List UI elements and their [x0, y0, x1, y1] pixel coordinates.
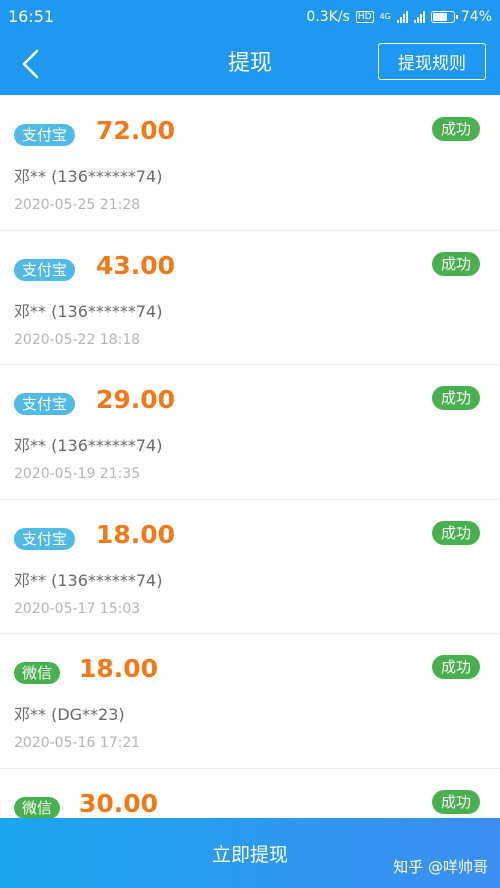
withdraw-amount: 43.00 — [96, 250, 176, 280]
status-bar: 16:51 0.3K/s HD 4G 74% — [0, 0, 500, 33]
status-badge: 成功 — [431, 251, 480, 276]
channel-badge: 微信 — [14, 662, 61, 684]
status-badge: 成功 — [431, 117, 480, 141]
account-info: 邓** (136******74) — [14, 301, 163, 321]
account-info: 邓** (136******74) — [14, 436, 163, 455]
battery-level: 74% — [460, 8, 492, 25]
status-badge: 成功 — [431, 520, 480, 545]
account-info: 邓** (136******74) — [14, 570, 163, 590]
battery-icon — [430, 10, 458, 23]
channel-badge: 支付宝 — [14, 258, 76, 281]
status-badge: 成功 — [431, 386, 480, 410]
withdraw-amount: 29.00 — [96, 385, 176, 414]
withdraw-record[interactable]: 支付宝 72.00 成功邓** (136******74) 2020-05-25 21… — [0, 96, 500, 231]
bottom-bar: 立即提现 知乎 @咩帅哥 — [0, 818, 500, 888]
status-time: 16:51 — [8, 7, 55, 26]
withdraw-amount: 18.00 — [96, 519, 176, 549]
status-badge: 成功 — [431, 789, 480, 814]
signal-icon-2 — [413, 10, 425, 23]
watermark: 知乎 @咩帅哥 — [393, 858, 488, 876]
signal-icon — [396, 10, 408, 23]
status-badge: 成功 — [431, 655, 480, 679]
hd-icon: HD — [355, 10, 374, 23]
channel-badge: 支付宝 — [14, 527, 76, 550]
withdraw-rules-button[interactable]: 提现规则 — [378, 43, 486, 80]
withdraw-amount: 30.00 — [79, 788, 159, 818]
withdraw-record-list: 支付宝 72.00 成功 邓** (136******74) 2020-05-25 21… — [0, 96, 500, 888]
account-info: 邓** (DG**23) — [14, 705, 125, 724]
withdraw-record[interactable]: 支付宝 18.00 成功邓** (136******74) 2020-05-17 15… — [0, 499, 500, 634]
channel-badge: 支付宝 — [14, 393, 76, 415]
withdraw-amount: 18.00 — [79, 654, 159, 683]
withdraw-record[interactable]: 支付宝 29.00 成功邓** (136******74) 2020-05-19 21… — [0, 365, 500, 500]
channel-badge: 支付宝 — [14, 124, 76, 146]
nav-bar: 提现 提现规则 — [0, 33, 500, 95]
network-type: 4G — [379, 11, 391, 21]
status-indicators: 0.3K/s HD 4G 74% — [306, 9, 492, 25]
withdraw-record[interactable]: 支付宝 43.00 成功邓** (136******74) 2020-05-22 18… — [0, 230, 500, 365]
record-time: 2020-05-19 21:35 — [14, 466, 141, 482]
channel-badge: 微信 — [14, 796, 61, 819]
record-time: 2020-05-16 17:21 — [14, 735, 141, 751]
withdraw-record[interactable]: 微信 18.00 成功邓** (DG**23) 2020-05-16 17:21 — [0, 634, 500, 769]
account-info: 邓** (136******74) — [14, 167, 163, 186]
withdraw-now-button[interactable]: 立即提现 — [0, 818, 500, 888]
net-speed: 0.3K/s — [306, 8, 350, 25]
record-time: 2020-05-22 18:18 — [14, 331, 141, 348]
record-time: 2020-05-17 15:03 — [14, 600, 141, 617]
withdraw-amount: 72.00 — [96, 116, 176, 145]
record-time: 2020-05-25 21:28 — [14, 197, 141, 213]
